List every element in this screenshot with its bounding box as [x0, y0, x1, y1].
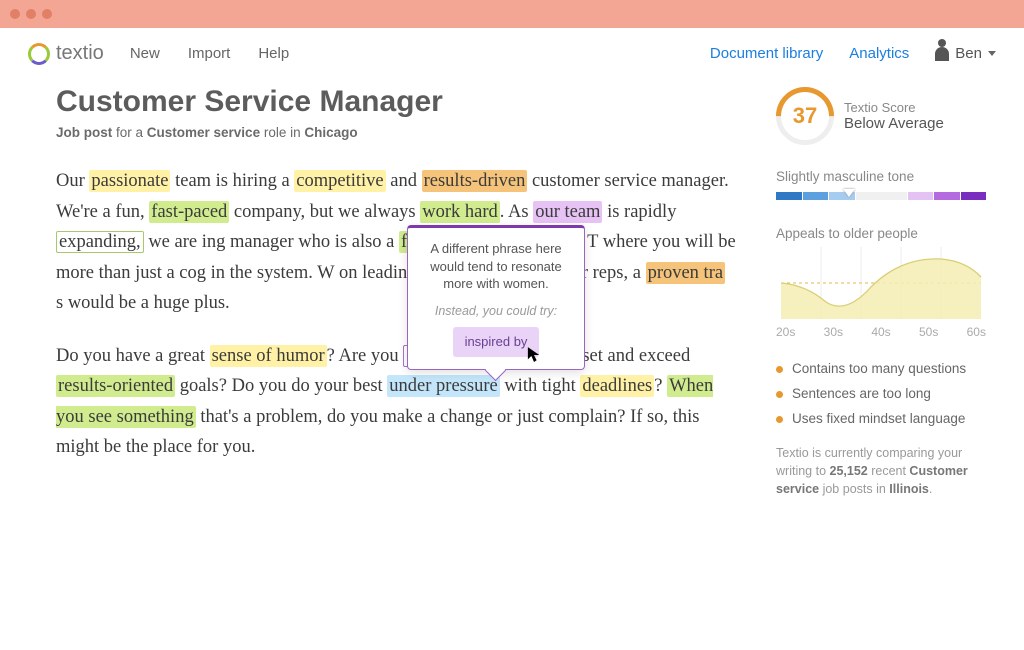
- hl-proven-track[interactable]: proven tra: [646, 262, 726, 284]
- cursor-icon: [527, 346, 541, 364]
- sidebar-insights: 37 Textio Score Below Average Slightly m…: [776, 85, 986, 498]
- brand-logo[interactable]: textio: [28, 42, 104, 65]
- score-label: Textio Score: [844, 100, 944, 115]
- tone-label: Slightly masculine tone: [776, 169, 986, 184]
- paragraph-1[interactable]: Our passionate team is hiring a competit…: [56, 166, 736, 319]
- doc-title[interactable]: Customer Service Manager: [56, 85, 736, 119]
- age-axis: 20s30s40s50s60s: [776, 325, 986, 339]
- suggestion-tooltip: A different phrase here would tend to re…: [407, 225, 585, 370]
- tone-meter[interactable]: [776, 192, 986, 200]
- nav-right: Document library Analytics Ben: [710, 45, 996, 62]
- nav-document-library[interactable]: Document library: [710, 45, 823, 62]
- hl-work-hard[interactable]: work hard: [420, 201, 500, 223]
- issue-item[interactable]: Uses fixed mindset language: [776, 411, 986, 426]
- window-titlebar: [0, 0, 1024, 28]
- score-widget[interactable]: 37 Textio Score Below Average: [776, 87, 986, 145]
- hl-expanding[interactable]: expanding,: [56, 231, 144, 253]
- hl-results-driven[interactable]: results-driven: [422, 170, 528, 192]
- tooltip-subheading: Instead, you could try:: [418, 301, 574, 322]
- nav-analytics[interactable]: Analytics: [849, 45, 909, 62]
- score-value: 37: [793, 103, 817, 129]
- editor-pane[interactable]: Customer Service Manager Job post for a …: [56, 85, 736, 498]
- traffic-light-min[interactable]: [26, 9, 36, 19]
- score-rating: Below Average: [844, 115, 944, 132]
- hl-deadlines[interactable]: deadlines: [580, 375, 654, 397]
- hl-competitive[interactable]: competitive: [294, 170, 385, 192]
- tone-pointer-icon: [843, 189, 855, 197]
- user-menu[interactable]: Ben: [935, 45, 996, 62]
- nav-left: New Import Help: [130, 45, 289, 62]
- top-nav: textio New Import Help Document library …: [0, 28, 1024, 75]
- tooltip-message: A different phrase here would tend to re…: [418, 240, 574, 293]
- nav-import[interactable]: Import: [188, 45, 231, 62]
- brand-text: textio: [56, 42, 104, 65]
- chevron-down-icon: [988, 51, 996, 56]
- brand-ring-icon: [28, 43, 50, 65]
- comparison-footnote: Textio is currently comparing your writi…: [776, 444, 986, 498]
- hl-results-oriented[interactable]: results-oriented: [56, 375, 175, 397]
- issue-item[interactable]: Sentences are too long: [776, 386, 986, 401]
- issue-item[interactable]: Contains too many questions: [776, 361, 986, 376]
- hl-under-pressure[interactable]: under pressure: [387, 375, 499, 397]
- hl-our-team[interactable]: our team: [533, 201, 602, 223]
- traffic-light-max[interactable]: [42, 9, 52, 19]
- score-ring: 37: [776, 87, 834, 145]
- paragraph-2[interactable]: Do you have a great sense of humor? Are …: [56, 341, 736, 463]
- nav-help[interactable]: Help: [258, 45, 289, 62]
- traffic-light-close[interactable]: [10, 9, 20, 19]
- user-icon: [935, 47, 949, 61]
- hl-sense-of-humor[interactable]: sense of humor: [210, 345, 327, 367]
- issue-list: Contains too many questions Sentences ar…: [776, 361, 986, 426]
- hl-passionate[interactable]: passionate: [89, 170, 170, 192]
- hl-fast-paced[interactable]: fast-paced: [149, 201, 229, 223]
- user-name: Ben: [955, 45, 982, 62]
- doc-subtitle: Job post for a Customer service role in …: [56, 125, 736, 140]
- age-appeal-chart[interactable]: [776, 247, 986, 319]
- nav-new[interactable]: New: [130, 45, 160, 62]
- age-appeal-label: Appeals to older people: [776, 226, 986, 241]
